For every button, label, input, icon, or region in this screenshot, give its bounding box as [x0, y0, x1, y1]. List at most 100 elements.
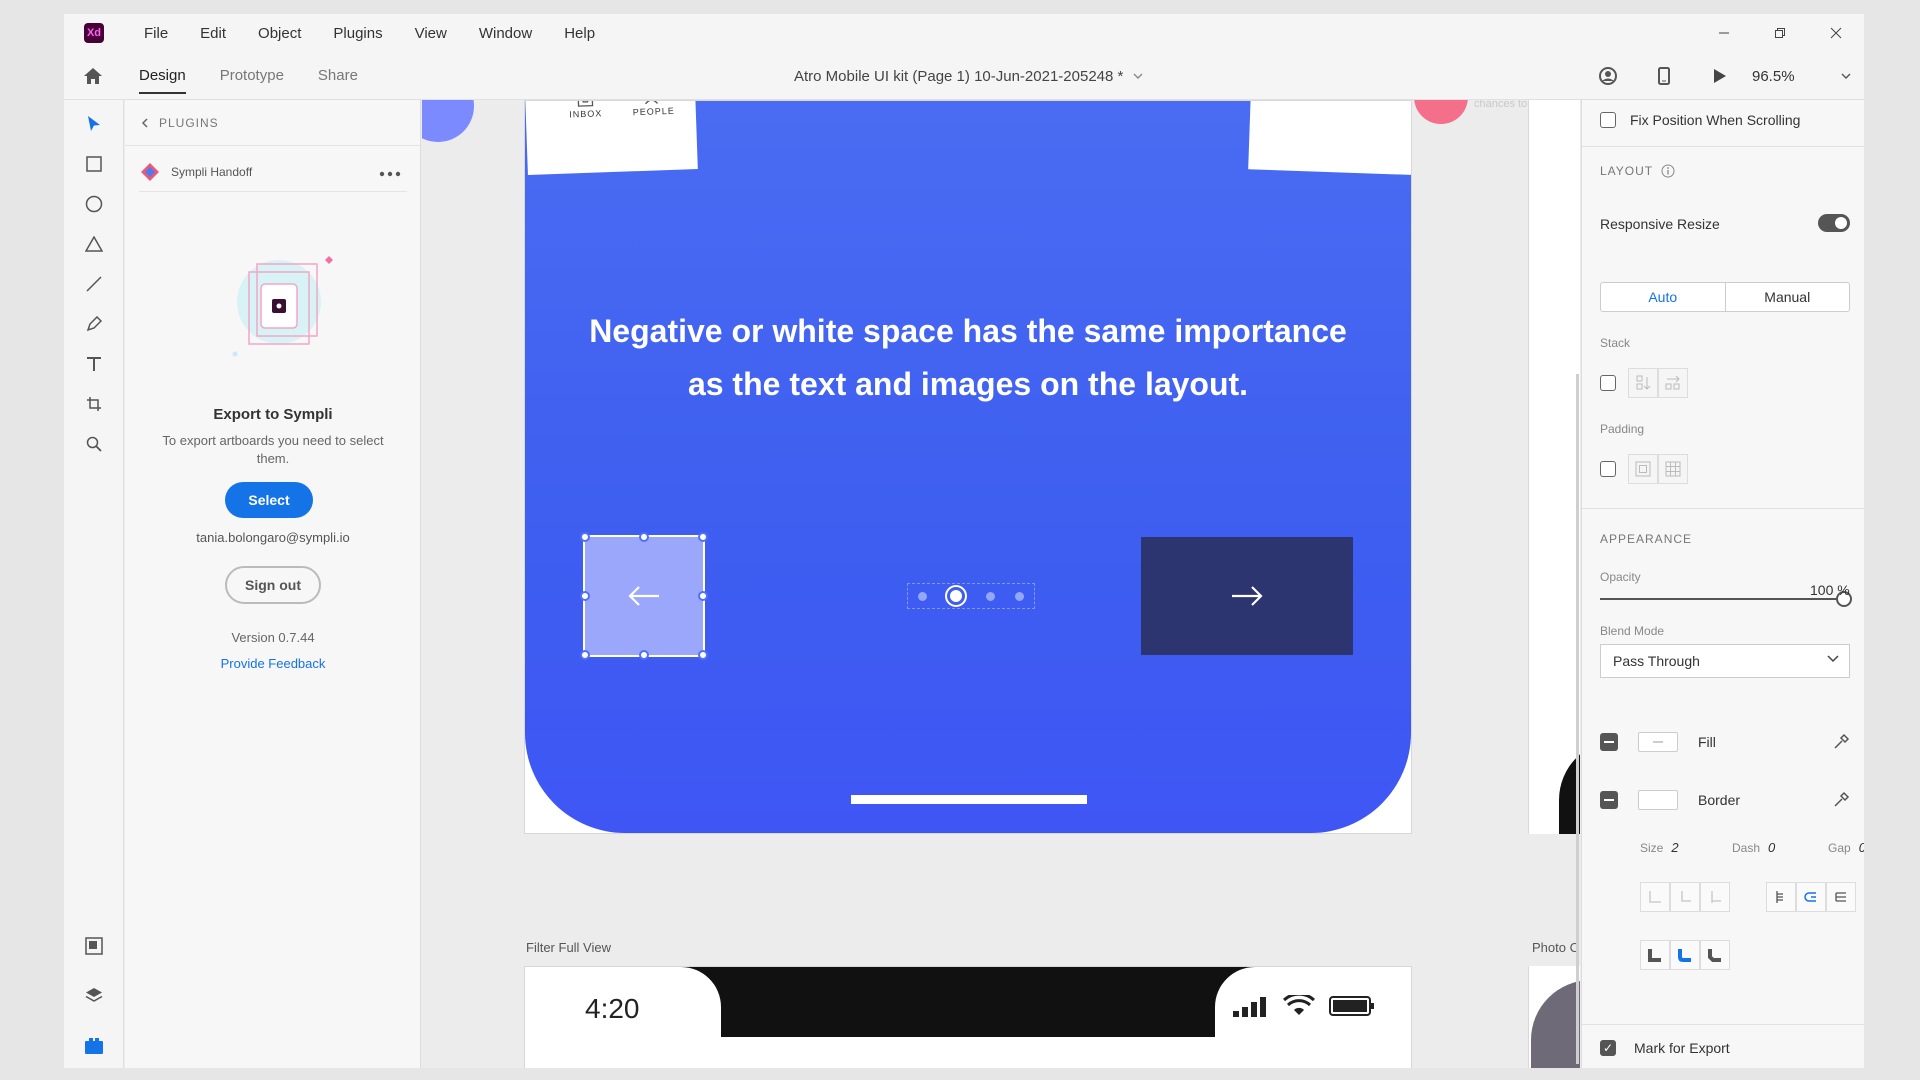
- zoom-tool[interactable]: [82, 432, 106, 456]
- page-indicator[interactable]: [907, 583, 1035, 609]
- zoom-level[interactable]: 96.5%: [1748, 68, 1828, 85]
- selection-handle[interactable]: [698, 591, 708, 601]
- artboard-label-filter[interactable]: Filter Full View: [526, 940, 611, 955]
- border-toggle[interactable]: [1600, 791, 1618, 809]
- stack-checkbox[interactable]: [1600, 375, 1616, 391]
- border-swatch[interactable]: [1638, 790, 1678, 810]
- filter-artboard[interactable]: 4:20: [524, 966, 1412, 1068]
- selection-handle[interactable]: [580, 591, 590, 601]
- inspector-scrollbar[interactable]: [1576, 374, 1579, 1064]
- nav-people[interactable]: PEOPLE: [623, 101, 684, 118]
- tab-design[interactable]: Design: [122, 52, 203, 100]
- join-miter-button[interactable]: [1640, 940, 1670, 970]
- menu-window[interactable]: Window: [463, 25, 548, 42]
- auto-option[interactable]: Auto: [1601, 283, 1726, 311]
- opacity-value[interactable]: 100 %: [1810, 582, 1850, 598]
- line-tool[interactable]: [82, 272, 106, 296]
- menu-help[interactable]: Help: [548, 25, 611, 42]
- home-button[interactable]: [64, 52, 122, 100]
- padding-uniform-button[interactable]: [1628, 454, 1658, 484]
- selection-handle[interactable]: [698, 650, 708, 660]
- selection-handle[interactable]: [639, 650, 649, 660]
- selection-handle[interactable]: [580, 650, 590, 660]
- padding-checkbox[interactable]: [1600, 461, 1616, 477]
- fill-toggle[interactable]: [1600, 733, 1618, 751]
- menu-plugins[interactable]: Plugins: [317, 25, 398, 42]
- cap-round-button[interactable]: [1670, 882, 1700, 912]
- more-options-button[interactable]: [379, 164, 401, 182]
- join-round-button[interactable]: [1670, 940, 1700, 970]
- plugins-button[interactable]: [82, 1034, 106, 1058]
- blend-mode-select[interactable]: Pass Through: [1600, 644, 1850, 678]
- tab-share[interactable]: Share: [301, 52, 375, 100]
- select-button[interactable]: Select: [225, 482, 313, 518]
- plugins-header[interactable]: PLUGINS: [125, 100, 421, 146]
- previous-button[interactable]: [583, 535, 705, 657]
- responsive-resize-toggle[interactable]: [1818, 214, 1850, 232]
- size-value[interactable]: 2: [1671, 840, 1678, 855]
- artboard-tool[interactable]: [82, 392, 106, 416]
- zoom-dropdown[interactable]: [1828, 73, 1864, 79]
- mark-export-row[interactable]: ✓ Mark for Export: [1600, 1040, 1730, 1056]
- assets-button[interactable]: [82, 934, 106, 958]
- border-gap[interactable]: Gap 0: [1828, 840, 1864, 855]
- polygon-tool[interactable]: [82, 232, 106, 256]
- plugin-row-sympli[interactable]: Sympli Handoff: [139, 152, 407, 192]
- photo-artboard-partial[interactable]: [1528, 966, 1580, 1068]
- tab-prototype[interactable]: Prototype: [203, 52, 301, 100]
- page-dot-active[interactable]: [947, 587, 966, 605]
- opacity-slider-track[interactable]: [1600, 598, 1844, 600]
- stroke-inner-button[interactable]: [1766, 882, 1796, 912]
- nav-inbox[interactable]: INBOX: [555, 101, 616, 120]
- stroke-center-icon: [1835, 892, 1846, 902]
- stack-vertical-button[interactable]: [1628, 368, 1658, 398]
- pen-tool[interactable]: [82, 312, 106, 336]
- provide-feedback-link[interactable]: Provide Feedback: [125, 656, 421, 671]
- artboard-right-partial[interactable]: [1528, 100, 1580, 834]
- page-dot[interactable]: [918, 591, 928, 601]
- play-button[interactable]: [1692, 52, 1748, 100]
- menu-file[interactable]: File: [128, 25, 184, 42]
- page-dot[interactable]: [985, 591, 995, 601]
- border-size[interactable]: Size 2: [1640, 840, 1679, 855]
- gap-value[interactable]: 0: [1859, 840, 1864, 855]
- onboarding-headline[interactable]: Negative or white space has the same imp…: [585, 305, 1351, 411]
- rectangle-tool[interactable]: [82, 152, 106, 176]
- ellipse-tool[interactable]: [82, 192, 106, 216]
- mark-export-checkbox[interactable]: ✓: [1600, 1040, 1616, 1056]
- dash-value[interactable]: 0: [1768, 840, 1775, 855]
- minimize-button[interactable]: [1696, 14, 1752, 52]
- text-tool[interactable]: [82, 352, 106, 376]
- fill-swatch[interactable]: [1638, 732, 1678, 752]
- device-preview-button[interactable]: [1636, 52, 1692, 100]
- border-dash[interactable]: Dash 0: [1732, 840, 1775, 855]
- manual-option[interactable]: Manual: [1726, 283, 1850, 311]
- menu-object[interactable]: Object: [242, 25, 317, 42]
- padding-individual-button[interactable]: [1658, 454, 1688, 484]
- layers-button[interactable]: [82, 984, 106, 1008]
- restore-button[interactable]: [1752, 14, 1808, 52]
- selection-handle[interactable]: [639, 532, 649, 542]
- cap-square-button[interactable]: [1700, 882, 1730, 912]
- next-button[interactable]: [1141, 537, 1353, 655]
- design-canvas[interactable]: chances to succe INBOX PEOPLE Negative o…: [422, 100, 1580, 1068]
- user-button[interactable]: [1580, 52, 1636, 100]
- selection-handle[interactable]: [698, 532, 708, 542]
- fix-position-checkbox[interactable]: [1600, 112, 1616, 128]
- close-button[interactable]: [1808, 14, 1864, 52]
- page-dot[interactable]: [1014, 591, 1024, 601]
- selection-handle[interactable]: [580, 532, 590, 542]
- menu-view[interactable]: View: [399, 25, 463, 42]
- cap-butt-button[interactable]: [1640, 882, 1670, 912]
- sign-out-button[interactable]: Sign out: [225, 566, 321, 604]
- select-tool[interactable]: [82, 112, 106, 136]
- document-title[interactable]: Atro Mobile UI kit (Page 1) 10-Jun-2021-…: [794, 52, 1143, 100]
- menu-edit[interactable]: Edit: [184, 25, 242, 42]
- join-bevel-button[interactable]: [1700, 940, 1730, 970]
- fix-position-row[interactable]: Fix Position When Scrolling: [1600, 112, 1800, 128]
- onboarding-artboard[interactable]: INBOX PEOPLE Negative or white space has…: [524, 100, 1412, 834]
- artboard-label-photo[interactable]: Photo C: [1532, 940, 1579, 955]
- stroke-outer-button[interactable]: [1796, 882, 1826, 912]
- stroke-center-button[interactable]: [1826, 882, 1856, 912]
- stack-horizontal-button[interactable]: [1658, 368, 1688, 398]
